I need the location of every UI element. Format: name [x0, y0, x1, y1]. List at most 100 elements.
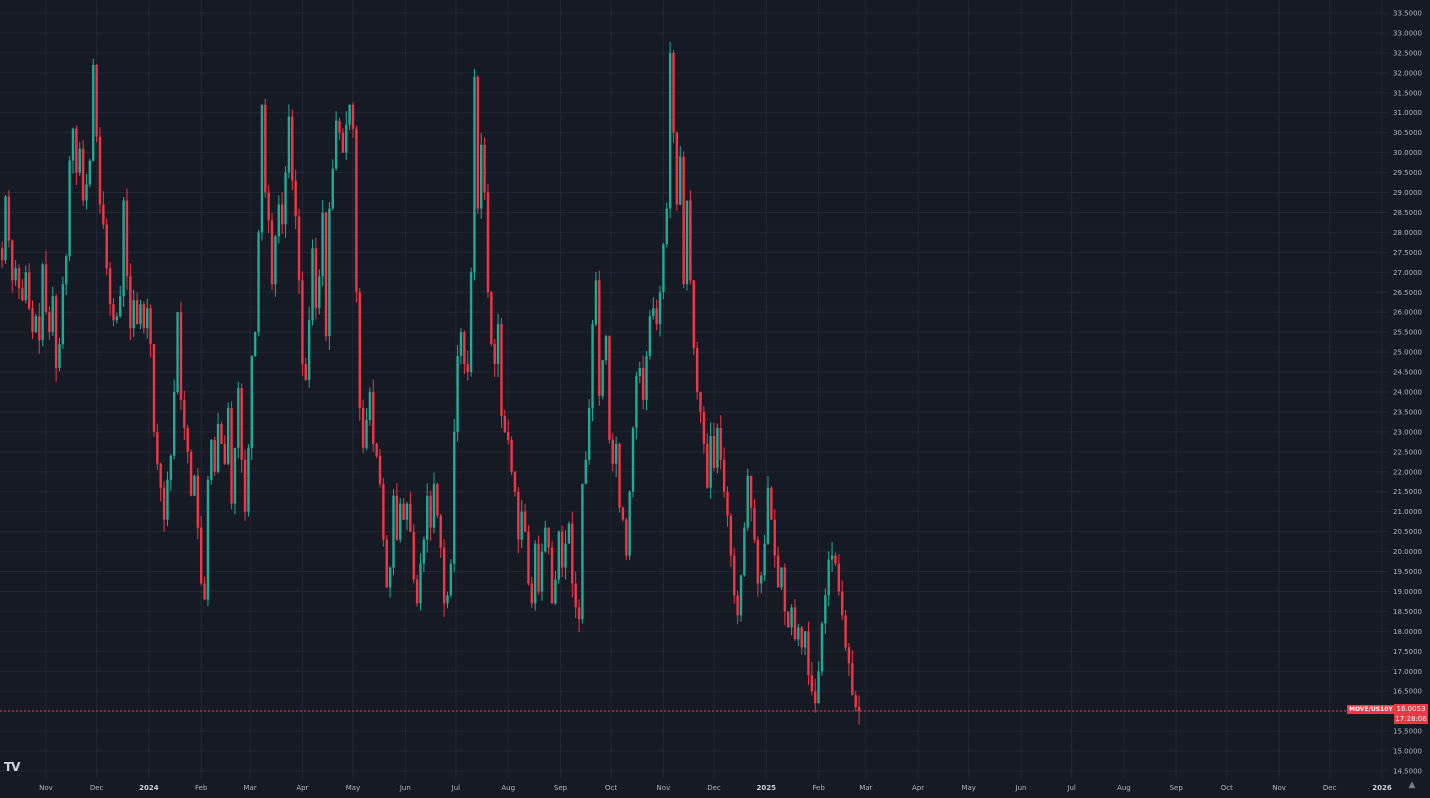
- candle-body: [662, 244, 665, 293]
- candle-body: [14, 268, 17, 281]
- candle-body: [847, 647, 851, 664]
- price-axis[interactable]: 14.500015.000015.500016.000016.500017.00…: [1393, 10, 1422, 776]
- candle-body: [729, 515, 733, 556]
- y-tick-label: 19.5000: [1393, 568, 1422, 576]
- candle-body: [176, 312, 179, 392]
- y-tick-label: 30.0000: [1393, 149, 1422, 157]
- candle-body: [695, 348, 699, 392]
- candle-body: [129, 276, 132, 329]
- candle-body: [108, 268, 112, 305]
- candle-body: [709, 435, 712, 488]
- candle-body: [763, 543, 766, 576]
- candle-body: [71, 128, 75, 161]
- y-tick-label: 20.5000: [1393, 528, 1422, 536]
- candle-body: [226, 407, 230, 464]
- candle-body: [517, 491, 520, 540]
- candle-body: [250, 356, 253, 448]
- y-tick-label: 21.5000: [1393, 488, 1422, 496]
- candle-body: [277, 204, 280, 237]
- candle-body: [739, 575, 743, 616]
- candle-body: [426, 495, 429, 540]
- y-tick-label: 30.5000: [1393, 129, 1422, 137]
- candle-body: [760, 575, 763, 584]
- candle-body: [240, 388, 243, 460]
- y-tick-label: 33.0000: [1393, 29, 1422, 37]
- time-axis[interactable]: Nov Dec 2024 Feb Mar Apr May Jun Jul Aug Sep Oct Nov…: [39, 784, 1392, 792]
- candle-body: [638, 368, 641, 377]
- candle-body: [105, 224, 108, 269]
- candle-body: [345, 124, 348, 153]
- x-tick-label: Mar: [244, 784, 257, 792]
- y-tick-label: 26.0000: [1393, 309, 1422, 317]
- y-tick-label: 17.5000: [1393, 648, 1422, 656]
- candle-body: [365, 419, 368, 448]
- candle-body: [34, 316, 38, 333]
- x-tick-label: Oct: [1221, 784, 1233, 792]
- candle-body: [135, 300, 139, 325]
- candle-body: [527, 531, 530, 584]
- candle-body: [746, 475, 749, 528]
- candle-body: [183, 399, 186, 428]
- y-tick-label: 26.5000: [1393, 289, 1422, 297]
- candle-body: [169, 455, 173, 480]
- candle-body: [119, 296, 122, 317]
- y-tick-label: 22.0000: [1393, 468, 1422, 476]
- candle-body: [787, 611, 790, 628]
- candlestick-chart[interactable]: 14.500015.000015.500016.000016.500017.00…: [0, 0, 1430, 798]
- candle-body: [378, 455, 382, 484]
- chart-area[interactable]: 14.500015.000015.500016.000016.500017.00…: [0, 0, 1430, 798]
- candle-body: [665, 208, 668, 245]
- candle-body: [233, 447, 237, 504]
- candle-body: [648, 316, 652, 357]
- candle-body: [31, 308, 34, 333]
- candle-body: [780, 567, 783, 588]
- candle-body: [372, 392, 375, 444]
- x-tick-label: Dec: [707, 784, 721, 792]
- candle-body: [733, 555, 736, 596]
- auto-scale-icon[interactable]: ▲: [1402, 780, 1422, 794]
- candle-body: [58, 344, 61, 369]
- candle-body: [149, 308, 152, 345]
- candle-body: [237, 388, 240, 448]
- candle-body: [436, 483, 439, 516]
- y-tick-label: 25.5000: [1393, 329, 1422, 337]
- candle-body: [719, 427, 722, 460]
- candle-body: [402, 503, 405, 520]
- candle-body: [38, 316, 41, 341]
- candle-body: [540, 551, 544, 592]
- candle-body: [598, 280, 601, 396]
- y-tick-label: 29.0000: [1393, 189, 1422, 197]
- candle-body: [348, 104, 351, 125]
- x-tick-label: Jul: [1066, 784, 1076, 792]
- candle-body: [682, 156, 685, 285]
- x-tick-label: Apr: [912, 784, 924, 792]
- y-tick-label: 14.5000: [1393, 768, 1422, 776]
- candle-body: [655, 308, 658, 325]
- y-tick-label: 15.5000: [1393, 728, 1422, 736]
- candle-body: [419, 563, 422, 604]
- y-tick-label: 18.5000: [1393, 608, 1422, 616]
- candle-body: [415, 579, 419, 604]
- candle-body: [54, 296, 58, 369]
- y-tick-label: 28.5000: [1393, 209, 1422, 217]
- candle-body: [284, 172, 287, 225]
- candle-body: [591, 324, 594, 408]
- candle-body: [264, 104, 267, 193]
- x-tick-label: 2024: [139, 784, 159, 792]
- x-tick-label: 2025: [757, 784, 777, 792]
- y-tick-label: 33.5000: [1393, 10, 1422, 18]
- candle-body: [851, 663, 854, 696]
- x-tick-label: Sep: [1170, 784, 1184, 792]
- candle-body: [75, 128, 78, 173]
- candle-body: [24, 272, 27, 301]
- candle-body: [743, 527, 746, 576]
- y-tick-label: 32.0000: [1393, 69, 1422, 77]
- candle-body: [68, 160, 71, 257]
- candle-body: [587, 407, 591, 460]
- candle-body: [537, 543, 540, 592]
- candle-body: [635, 376, 638, 428]
- y-tick-label: 27.0000: [1393, 269, 1422, 277]
- tradingview-logo[interactable]: TV: [4, 760, 21, 774]
- candle-body: [307, 320, 311, 381]
- candle-body: [78, 148, 81, 173]
